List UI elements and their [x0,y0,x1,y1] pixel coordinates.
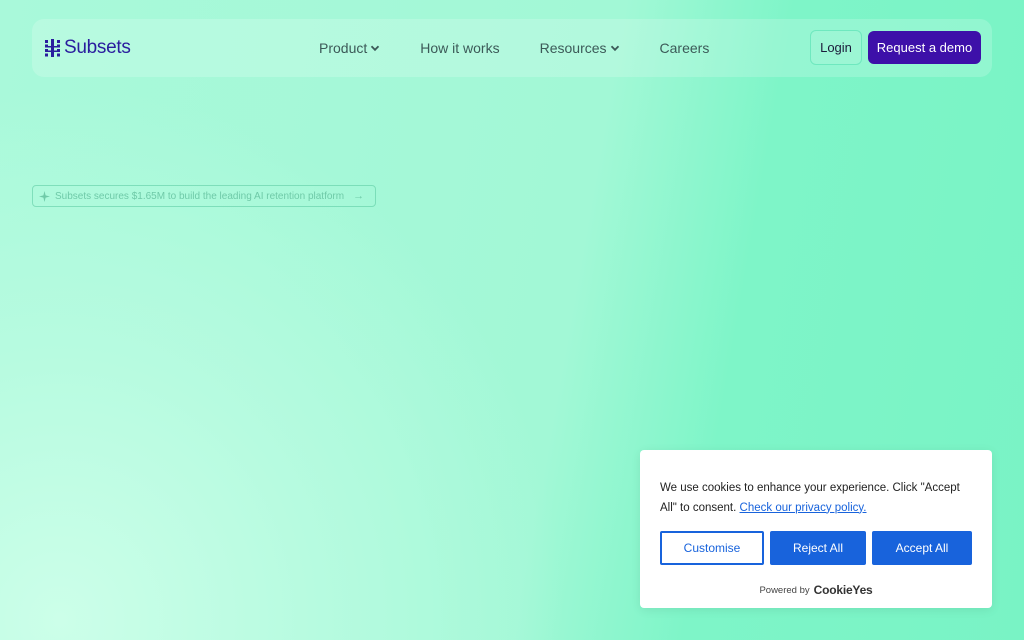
nav-how-it-works-label: How it works [420,40,500,56]
logo-text: Subsets [64,37,131,58]
arrow-right-icon: → [353,190,365,202]
nav-product-label: Product [319,40,368,56]
nav-how-it-works[interactable]: How it works [420,39,499,57]
nav-careers-label: Careers [659,40,710,56]
nav-resources-label: Resources [539,40,607,56]
nav-product[interactable]: Product [319,39,380,57]
subsets-logo[interactable]: Subsets [45,37,131,59]
main-nav: Product How it works Resources Careers [319,39,749,57]
announcement-text: Subsets secures $1.65M to build the lead… [55,190,345,202]
accept-all-button[interactable]: Accept All [872,531,972,565]
top-navbar: Subsets Product How it works Resources C… [32,19,992,77]
announcement-banner[interactable]: Subsets secures $1.65M to build the lead… [32,185,376,207]
chevron-down-icon [610,45,619,52]
sparkle-icon [39,190,50,202]
subsets-logo-icon [45,39,60,57]
powered-by-text: Powered by [759,584,810,596]
reject-all-button[interactable]: Reject All [770,531,866,565]
customise-button[interactable]: Customise [660,531,764,565]
nav-careers[interactable]: Careers [660,39,710,57]
request-demo-button[interactable]: Request a demo [868,31,981,64]
cookie-consent-banner: We use cookies to enhance your experienc… [640,450,992,608]
powered-by: Powered by CookieYes [640,583,992,597]
nav-resources[interactable]: Resources [540,39,620,57]
cookie-message: We use cookies to enhance your experienc… [660,479,960,518]
privacy-policy-link[interactable]: Check our privacy policy. [740,502,867,514]
chevron-down-icon [371,45,380,52]
cookieyes-logo[interactable]: CookieYes [814,583,873,597]
login-button[interactable]: Login [810,30,862,65]
